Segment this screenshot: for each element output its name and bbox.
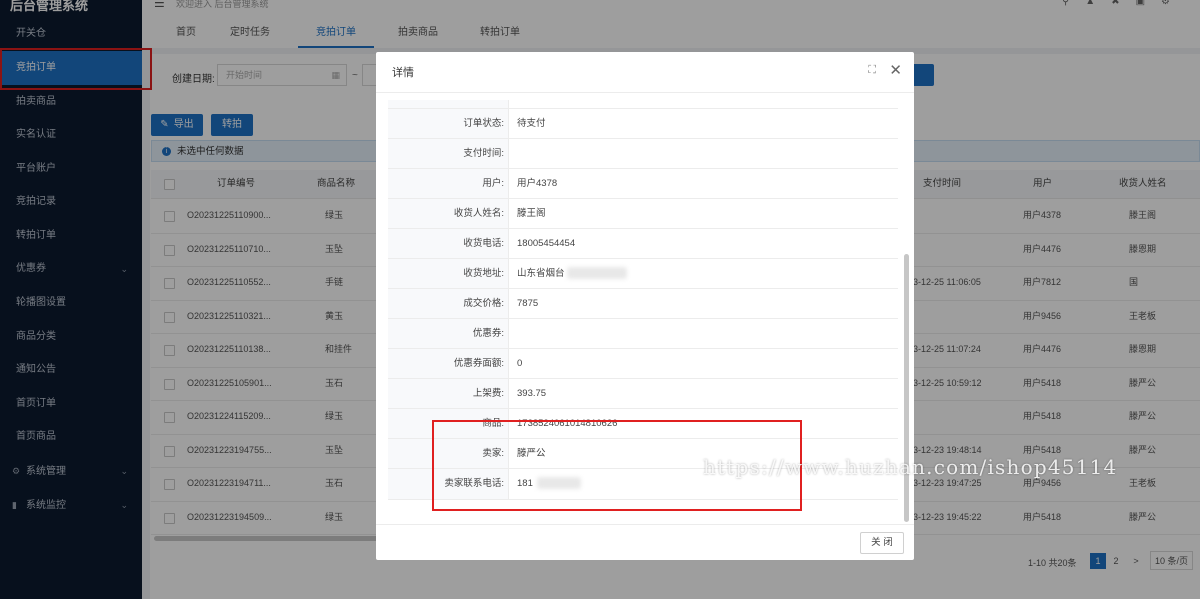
detail-row-receiver-address: 收货地址: 山东省烟台 (388, 258, 898, 289)
detail-row-receiver-name: 收货人姓名: 滕王阁 (388, 198, 898, 229)
detail-row-coupon-amount: 优惠券面额: 0 (388, 348, 898, 379)
scrollbar-thumb[interactable] (904, 254, 909, 522)
detail-row-deal-price: 成交价格: 7875 (388, 288, 898, 319)
detail-row-order-status: 订单状态: 待支付 (388, 108, 898, 139)
detail-row-receiver-phone: 收货电话: 18005454454 (388, 228, 898, 259)
modal-footer-divider (376, 524, 914, 525)
detail-row-coupon: 优惠券: (388, 318, 898, 349)
address-redaction (566, 267, 627, 280)
close-icon[interactable]: ✕ (889, 61, 902, 79)
modal-header-divider (376, 92, 914, 93)
watermark-text: https://www.huzhan.com/ishop45114 (703, 455, 1118, 479)
address-text: 山东省烟台 (517, 268, 565, 279)
detail-row-partial (388, 100, 898, 108)
close-button[interactable]: 关 闭 (860, 532, 904, 554)
detail-row-pay-time: 支付时间: (388, 138, 898, 169)
modal-title: 详情 (392, 67, 414, 79)
fullscreen-icon[interactable]: ⛶ (868, 64, 876, 77)
detail-row-user: 用户: 用户4378 (388, 168, 898, 199)
detail-row-listing-fee: 上架费: 393.75 (388, 378, 898, 409)
